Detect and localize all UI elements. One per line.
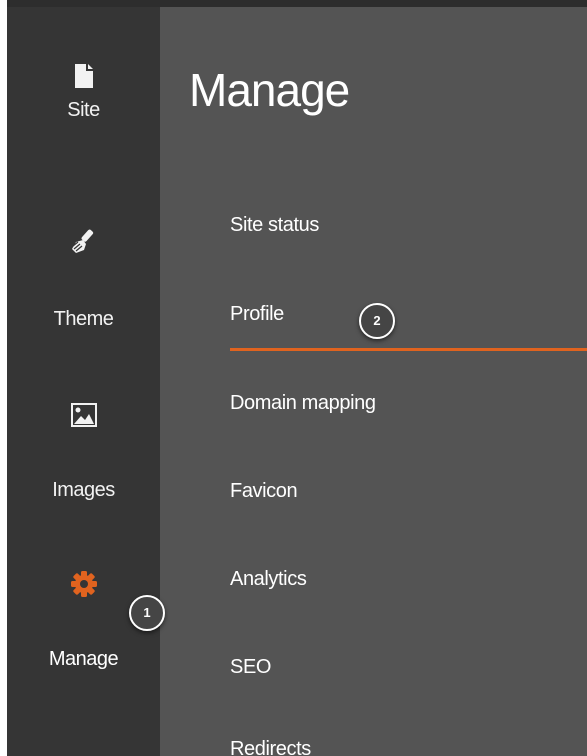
paintbrush-icon [66,223,102,259]
sidebar-item-label: Images [52,479,115,501]
sidebar-item-images[interactable]: Images [7,393,160,513]
menu-item-label: Profile [230,303,284,325]
app-window: Site Theme Images Manage Manage Site sta… [0,0,587,756]
menu-item-profile[interactable]: Profile [230,303,587,343]
sidebar-item-site[interactable]: Site [7,52,160,172]
document-icon [66,58,102,94]
callout-badge-1: 1 [129,595,165,631]
callout-badge-2: 2 [359,303,395,339]
active-tab-underline [230,348,587,351]
menu-item-label: SEO [230,656,272,678]
sidebar-item-theme[interactable]: Theme [7,219,160,339]
menu-item-favicon[interactable]: Favicon [230,480,587,520]
sidebar-item-label: Manage [48,648,119,670]
image-icon [66,397,102,433]
sidebar-item-label: Theme [53,308,114,330]
menu-item-redirects[interactable]: Redirects [230,738,587,756]
menu-item-site-status[interactable]: Site status [230,214,587,254]
page-title: Manage [189,64,350,116]
menu-item-domain-mapping[interactable]: Domain mapping [230,392,587,432]
menu-item-label: Redirects [230,738,311,756]
top-bar [7,0,587,7]
gear-icon [66,566,102,602]
menu-item-label: Site status [230,214,319,236]
sidebar-item-label: Site [67,99,100,121]
manage-panel: Manage Site status Profile Domain mappin… [160,7,587,756]
menu-item-analytics[interactable]: Analytics [230,568,587,608]
menu-item-label: Favicon [230,480,298,502]
sidebar: Site Theme Images Manage [7,7,160,756]
menu-item-label: Domain mapping [230,392,376,414]
menu-item-label: Analytics [230,568,307,590]
menu-item-seo[interactable]: SEO [230,656,587,696]
